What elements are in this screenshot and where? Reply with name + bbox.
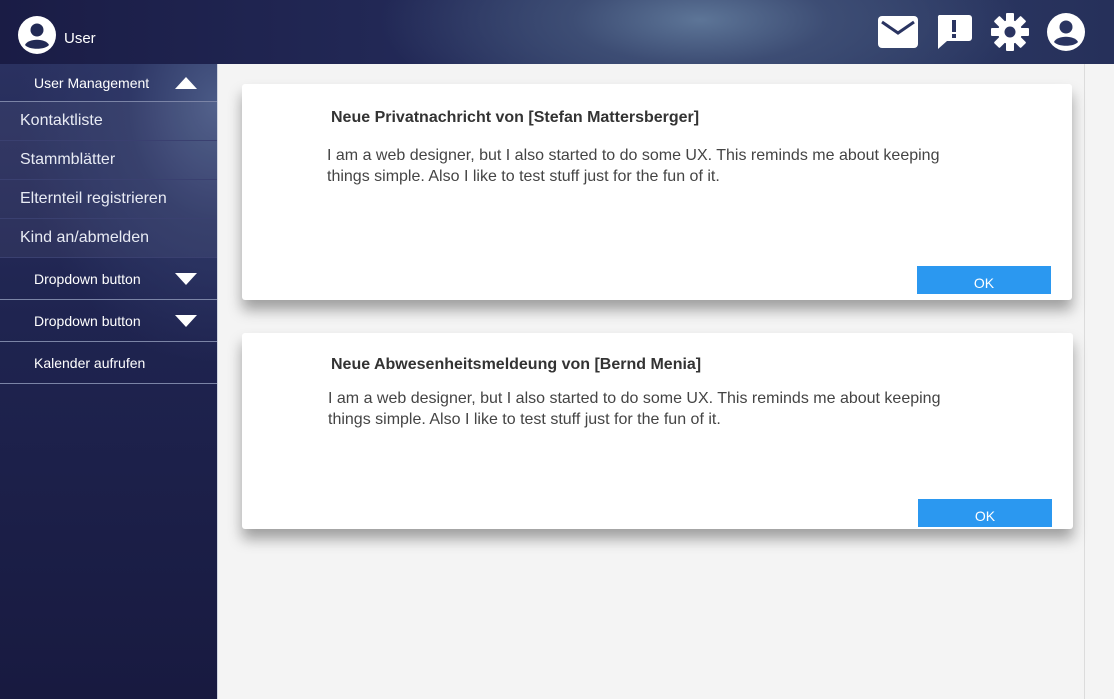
top-bar: User — [0, 0, 1114, 64]
sidebar-group-label: User Management — [34, 74, 150, 91]
notification-card: Neue Privatnachricht von [Stefan Matters… — [242, 84, 1072, 300]
sidebar-item-kontaktliste[interactable]: Kontaktliste — [0, 102, 217, 141]
sidebar-item-kind-an-abmelden[interactable]: Kind an/abmelden — [0, 219, 217, 258]
mail-icon[interactable] — [878, 12, 918, 52]
card-body: I am a web designer, but I also started … — [327, 147, 940, 185]
ok-button[interactable]: OK — [918, 499, 1052, 527]
sidebar-item-label: Stammblätter — [20, 151, 116, 168]
sidebar-group-user-management[interactable]: User Management — [0, 64, 217, 102]
ok-button[interactable]: OK — [917, 266, 1051, 294]
sidebar-dropdown-button-2[interactable]: Dropdown button — [0, 300, 217, 342]
account-icon[interactable] — [1046, 12, 1086, 52]
user-avatar-icon — [18, 16, 56, 54]
chevron-up-icon — [175, 76, 197, 89]
sidebar-item-elternteil-registrieren[interactable]: Elternteil registrieren — [0, 180, 217, 219]
sidebar-item-kalender[interactable]: Kalender aufrufen — [0, 342, 217, 384]
notification-card: Neue Abwesenheitsmeldeung von [Bernd Men… — [242, 333, 1073, 529]
alert-icon[interactable] — [934, 12, 974, 52]
chevron-down-icon — [175, 314, 197, 327]
sidebar-dropdown-button-1[interactable]: Dropdown button — [0, 258, 217, 300]
sidebar-item-label: Kind an/abmelden — [20, 229, 149, 246]
sidebar-item-label: Kalender aufrufen — [34, 354, 146, 371]
card-title: Neue Privatnachricht von [Stefan Matters… — [331, 109, 700, 126]
chevron-down-icon — [175, 272, 197, 285]
sidebar-item-label: Kontaktliste — [20, 112, 103, 129]
dropdown-label: Dropdown button — [34, 312, 141, 329]
dropdown-label: Dropdown button — [34, 270, 141, 287]
user-name-label: User — [64, 29, 96, 47]
settings-icon[interactable] — [990, 12, 1030, 52]
sidebar-item-label: Elternteil registrieren — [20, 190, 167, 207]
card-title: Neue Abwesenheitsmeldeung von [Bernd Men… — [331, 356, 702, 373]
sidebar: User Management Kontaktliste Stammblätte… — [0, 64, 218, 699]
card-body: I am a web designer, but I also started … — [328, 390, 941, 428]
sidebar-item-stammblaetter[interactable]: Stammblätter — [0, 141, 217, 180]
user-menu[interactable]: User — [18, 16, 96, 54]
scrollbar-track[interactable] — [1084, 64, 1085, 699]
